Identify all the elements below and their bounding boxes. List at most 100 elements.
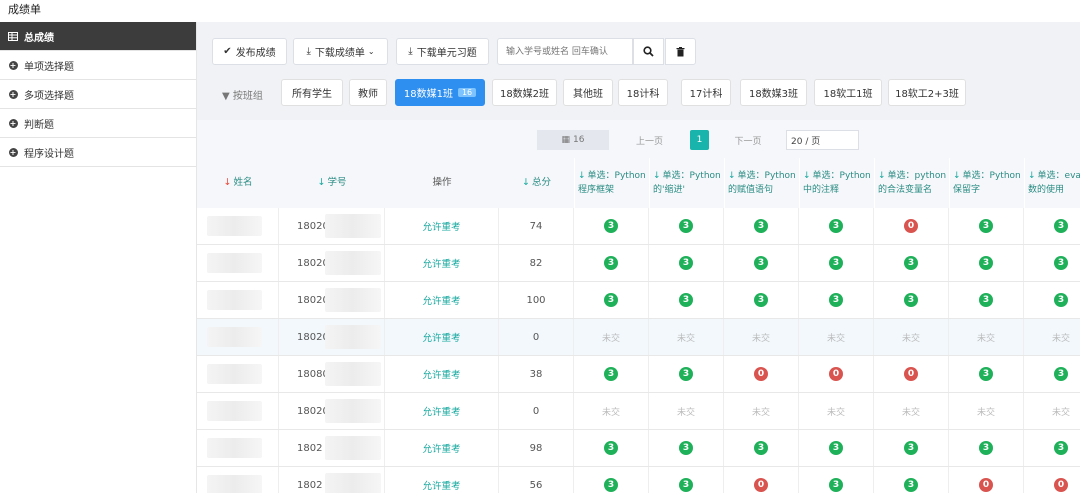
next-page-button[interactable]: 下一页 [717, 130, 779, 150]
column-header-question[interactable]: ↓ 单选：python 的合法变量名 [874, 158, 949, 208]
score-badge[interactable]: 3 [829, 256, 843, 270]
page-size-select[interactable]: 20 / 页 [786, 130, 859, 150]
search-button[interactable] [633, 38, 664, 65]
score-badge[interactable]: 3 [1054, 441, 1068, 455]
sidebar-item-multi-choice[interactable]: + 多项选择题 [0, 80, 196, 109]
column-header-question[interactable]: ↓ 单选：Python 的'缩进' [649, 158, 724, 208]
publish-scores-button[interactable]: ✔ 发布成绩 [212, 38, 287, 65]
score-badge[interactable]: 0 [1054, 478, 1068, 492]
column-header-question[interactable]: ↓ 单选：Python 程序框架 [574, 158, 649, 208]
question-score-cell: 3 [874, 282, 949, 318]
page-1-button[interactable]: 1 [690, 130, 709, 150]
column-header-name[interactable]: ↓ 姓名 [197, 158, 279, 208]
sidebar-item-total-score[interactable]: 总成绩 [0, 22, 196, 51]
score-badge[interactable]: 3 [604, 441, 618, 455]
download-scores-button[interactable]: ⤓ 下载成绩单 ⌄ [293, 38, 388, 65]
score-badge[interactable]: 3 [829, 441, 843, 455]
allow-retake-link[interactable]: 允许重考 [385, 356, 499, 392]
column-header-question[interactable]: ↓ 单选：Python 中的注释 [799, 158, 874, 208]
class-filter-18se1[interactable]: 18软工1班 [814, 79, 882, 106]
class-filter-teacher[interactable]: 教师 [349, 79, 387, 106]
class-filter-all[interactable]: 所有学生 [281, 79, 343, 106]
sidebar-item-true-false[interactable]: + 判断题 [0, 109, 196, 138]
score-badge[interactable]: 3 [979, 367, 993, 381]
score-badge[interactable]: 0 [754, 478, 768, 492]
score-badge[interactable]: 3 [679, 293, 693, 307]
allow-retake-link[interactable]: 允许重考 [385, 282, 499, 318]
question-score-cell: 未交 [799, 319, 874, 355]
score-badge[interactable]: 3 [904, 293, 918, 307]
class-filter-17cs[interactable]: 17计科 [681, 79, 731, 106]
score-badge[interactable]: 3 [979, 441, 993, 455]
score-badge[interactable]: 3 [679, 256, 693, 270]
score-badge[interactable]: 3 [679, 441, 693, 455]
score-badge[interactable]: 0 [904, 219, 918, 233]
question-score-cell: 3 [874, 467, 949, 493]
score-badge[interactable]: 3 [604, 256, 618, 270]
score-badge[interactable]: 3 [754, 293, 768, 307]
column-header-total[interactable]: ↓ 总分 [499, 158, 574, 208]
class-filter-18se23[interactable]: 18软工2+3班 [888, 79, 966, 106]
total-score-cell: 56 [499, 467, 574, 493]
score-badge[interactable]: 3 [754, 219, 768, 233]
score-badge[interactable]: 3 [979, 219, 993, 233]
allow-retake-link[interactable]: 允许重考 [385, 245, 499, 281]
search-input[interactable] [497, 38, 633, 65]
class-filter-other[interactable]: 其他班 [563, 79, 613, 106]
score-badge[interactable]: 3 [679, 478, 693, 492]
score-badge[interactable]: 3 [979, 293, 993, 307]
score-badge[interactable]: 3 [754, 256, 768, 270]
allow-retake-link[interactable]: 允许重考 [385, 393, 499, 429]
class-filter-18cs[interactable]: 18计科 [618, 79, 668, 106]
score-badge[interactable]: 3 [754, 441, 768, 455]
score-badge[interactable]: 3 [829, 219, 843, 233]
plus-circle-icon: + [8, 147, 18, 157]
score-badge[interactable]: 3 [1054, 256, 1068, 270]
allow-retake-link[interactable]: 允许重考 [385, 430, 499, 466]
score-badge[interactable]: 0 [754, 367, 768, 381]
column-header-question[interactable]: ↓ 单选：Python 保留字 [949, 158, 1024, 208]
score-badge[interactable]: 3 [604, 293, 618, 307]
allow-retake-link[interactable]: 允许重考 [385, 319, 499, 355]
sidebar-item-programming[interactable]: + 程序设计题 [0, 138, 196, 167]
score-badge[interactable]: 3 [1054, 367, 1068, 381]
score-badge[interactable]: 3 [1054, 219, 1068, 233]
question-score-cell: 3 [724, 245, 799, 281]
column-header-id[interactable]: ↓ 学号 [279, 158, 385, 208]
not-submitted-label: 未交 [976, 333, 995, 344]
not-submitted-label: 未交 [751, 333, 770, 344]
score-badge[interactable]: 3 [679, 367, 693, 381]
score-badge[interactable]: 3 [679, 219, 693, 233]
score-badge[interactable]: 3 [979, 256, 993, 270]
column-header-question[interactable]: ↓ 单选：eva 数的使用 [1024, 158, 1080, 208]
allow-retake-link[interactable]: 允许重考 [385, 208, 499, 244]
score-badge[interactable]: 0 [979, 478, 993, 492]
not-submitted-label: 未交 [976, 407, 995, 418]
score-badge[interactable]: 3 [604, 367, 618, 381]
score-badge[interactable]: 3 [904, 478, 918, 492]
question-score-cell: 未交 [724, 393, 799, 429]
question-score-cell: 3 [574, 467, 649, 493]
score-badge[interactable]: 3 [904, 441, 918, 455]
clear-button[interactable] [665, 38, 696, 65]
score-badge[interactable]: 3 [1054, 293, 1068, 307]
total-score-cell: 0 [499, 393, 574, 429]
main-content: ✔ 发布成绩 ⤓ 下载成绩单 ⌄ ⤓ 下载单元习题 ▼ 按班组 所有学生 教师 … [197, 22, 1080, 493]
score-badge[interactable]: 0 [904, 367, 918, 381]
sidebar-item-single-choice[interactable]: + 单项选择题 [0, 51, 196, 80]
score-badge[interactable]: 3 [604, 219, 618, 233]
column-header-question[interactable]: ↓ 单选：Python 的赋值语句 [724, 158, 799, 208]
score-badge[interactable]: 3 [829, 478, 843, 492]
question-score-cell: 未交 [574, 393, 649, 429]
allow-retake-link[interactable]: 允许重考 [385, 467, 499, 493]
score-badge[interactable]: 3 [829, 293, 843, 307]
prev-page-button[interactable]: 上一页 [617, 130, 682, 150]
class-filter-18dm3[interactable]: 18数媒3班 [740, 79, 807, 106]
score-badge[interactable]: 0 [829, 367, 843, 381]
class-filter-18dm2[interactable]: 18数媒2班 [492, 79, 557, 106]
download-unit-button[interactable]: ⤓ 下载单元习题 [396, 38, 489, 65]
class-filter-18dm1[interactable]: 18数媒1班 16 [395, 79, 485, 106]
score-badge[interactable]: 3 [604, 478, 618, 492]
page-title: 成绩单 [8, 3, 41, 16]
score-badge[interactable]: 3 [904, 256, 918, 270]
